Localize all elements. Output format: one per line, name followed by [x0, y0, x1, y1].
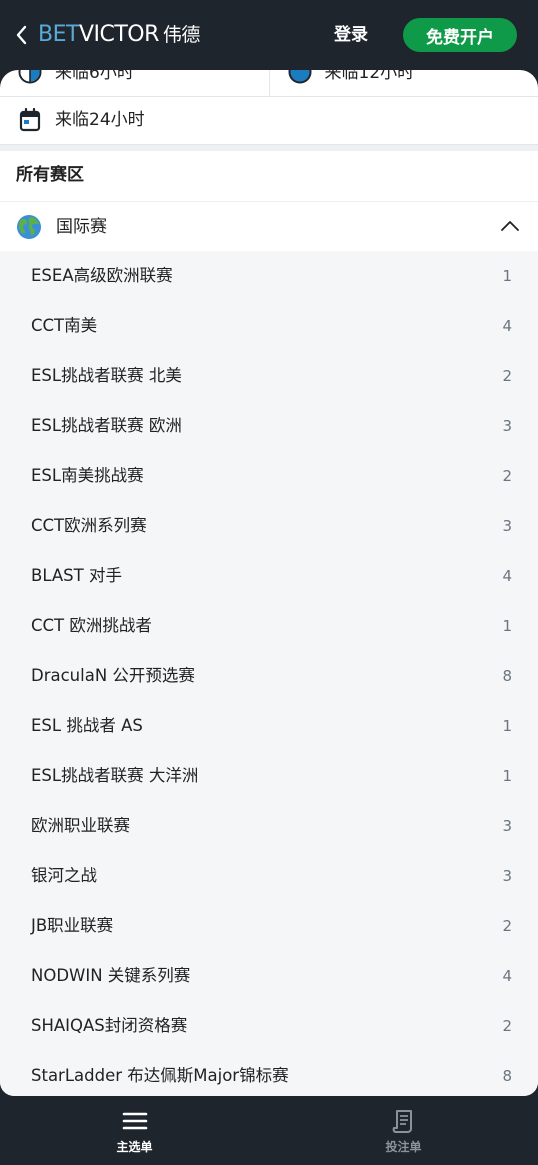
- event-count: 4: [502, 967, 512, 985]
- competition-name: ESL挑战者联赛 大洋洲: [31, 766, 199, 785]
- bottom-nav: 主选单 投注单: [0, 1096, 538, 1165]
- quick-filter-row: 来临6小时 来临12小时: [0, 70, 538, 97]
- competition-name: ESL挑战者联赛 欧洲: [31, 416, 182, 435]
- event-count: 8: [502, 1067, 512, 1085]
- nav-main-menu[interactable]: 主选单: [0, 1096, 269, 1165]
- competition-item[interactable]: JB职业联赛 2: [0, 901, 538, 951]
- clock-full-icon: [288, 70, 311, 84]
- competition-item[interactable]: CCT南美 4: [0, 301, 538, 351]
- menu-icon: [122, 1112, 148, 1130]
- competition-name: StarLadder 布达佩斯Major锦标赛: [31, 1066, 289, 1085]
- competition-item[interactable]: BLAST 对手 4: [0, 551, 538, 601]
- competition-item[interactable]: DraculaN 公开预选赛 8: [0, 651, 538, 701]
- competition-name: SHAIQAS封闭资格赛: [31, 1016, 188, 1035]
- competition-name: NODWIN 关键系列赛: [31, 966, 191, 985]
- filter-next-24h[interactable]: 来临24小时: [0, 96, 538, 145]
- competition-name: 欧洲职业联赛: [31, 816, 130, 835]
- competition-item[interactable]: ESL挑战者联赛 欧洲 3: [0, 401, 538, 451]
- event-count: 4: [502, 567, 512, 585]
- competition-name: 银河之战: [31, 866, 97, 885]
- section-divider: [0, 145, 538, 151]
- brand-logo[interactable]: BETVICTOR 伟德: [38, 21, 200, 49]
- competition-name: ESL南美挑战赛: [31, 466, 144, 485]
- competition-name: ESEA高级欧洲联赛: [31, 266, 173, 285]
- competition-name: CCT欧洲系列赛: [31, 516, 147, 535]
- logo-victor-text: VICTOR: [78, 22, 159, 47]
- competition-list: ESEA高级欧洲联赛 1 CCT南美 4 ESL挑战者联赛 北美 2 ESL挑战者联赛 欧洲…: [0, 251, 538, 1096]
- event-count: 3: [502, 417, 512, 435]
- nav-betslip[interactable]: 投注单: [269, 1096, 538, 1165]
- competition-name: ESL挑战者联赛 北美: [31, 366, 182, 385]
- globe-icon: [17, 215, 41, 239]
- filter-label: 来临24小时: [55, 110, 145, 130]
- competition-name: CCT南美: [31, 316, 98, 335]
- competition-name: JB职业联赛: [31, 916, 114, 935]
- filter-label: 来临12小时: [324, 70, 415, 83]
- competition-item[interactable]: SHAIQAS封闭资格赛 2: [0, 1001, 538, 1051]
- nav-label: 投注单: [385, 1140, 422, 1154]
- chevron-left-icon[interactable]: [14, 24, 30, 46]
- competition-item[interactable]: ESL挑战者联赛 大洋洲 1: [0, 751, 538, 801]
- competition-item[interactable]: StarLadder 布达佩斯Major锦标赛 8: [0, 1051, 538, 1096]
- section-title: 所有赛区: [16, 165, 84, 185]
- logo-region-text: 伟德: [162, 24, 201, 46]
- competition-item[interactable]: ESL 挑战者 AS 1: [0, 701, 538, 751]
- top-header: BETVICTOR 伟德 登录 免费开户: [0, 0, 538, 70]
- event-count: 3: [502, 867, 512, 885]
- event-count: 2: [502, 367, 512, 385]
- event-count: 1: [502, 767, 512, 785]
- login-button[interactable]: 登录: [334, 22, 368, 48]
- event-count: 3: [502, 817, 512, 835]
- event-count: 2: [502, 1017, 512, 1035]
- region-label: 国际赛: [56, 217, 107, 237]
- competition-item[interactable]: NODWIN 关键系列赛 4: [0, 951, 538, 1001]
- chevron-up-icon[interactable]: [500, 219, 520, 233]
- calendar-icon: [19, 108, 41, 132]
- filter-label: 来临6小时: [55, 70, 134, 83]
- event-count: 3: [502, 517, 512, 535]
- competition-item[interactable]: ESEA高级欧洲联赛 1: [0, 251, 538, 301]
- competition-item[interactable]: CCT欧洲系列赛 3: [0, 501, 538, 551]
- signup-button[interactable]: 免费开户: [403, 18, 517, 52]
- event-count: 1: [502, 267, 512, 285]
- event-count: 2: [502, 467, 512, 485]
- competition-name: CCT 欧洲挑战者: [31, 616, 152, 635]
- event-count: 4: [502, 317, 512, 335]
- event-count: 1: [502, 717, 512, 735]
- nav-label: 主选单: [116, 1140, 153, 1154]
- competition-name: BLAST 对手: [31, 566, 122, 585]
- content-sheet: 来临6小时 来临12小时 来临24小时 所有赛区 国际赛 ESEA高级欧洲联赛 …: [0, 70, 538, 1096]
- event-count: 1: [502, 617, 512, 635]
- region-header-international[interactable]: 国际赛: [0, 201, 538, 252]
- filter-next-12h[interactable]: 来临12小时: [268, 70, 538, 96]
- betslip-icon: [392, 1110, 412, 1133]
- competition-item[interactable]: 欧洲职业联赛 3: [0, 801, 538, 851]
- competition-name: DraculaN 公开预选赛: [31, 666, 195, 685]
- event-count: 2: [502, 917, 512, 935]
- competition-item[interactable]: 银河之战 3: [0, 851, 538, 901]
- filter-next-6h[interactable]: 来临6小时: [0, 70, 269, 96]
- clock-half-icon: [18, 70, 42, 84]
- event-count: 8: [502, 667, 512, 685]
- logo-bet-text: BET: [38, 22, 79, 47]
- competition-item[interactable]: ESL挑战者联赛 北美 2: [0, 351, 538, 401]
- competition-name: ESL 挑战者 AS: [31, 716, 143, 735]
- competition-item[interactable]: CCT 欧洲挑战者 1: [0, 601, 538, 651]
- competition-item[interactable]: ESL南美挑战赛 2: [0, 451, 538, 501]
